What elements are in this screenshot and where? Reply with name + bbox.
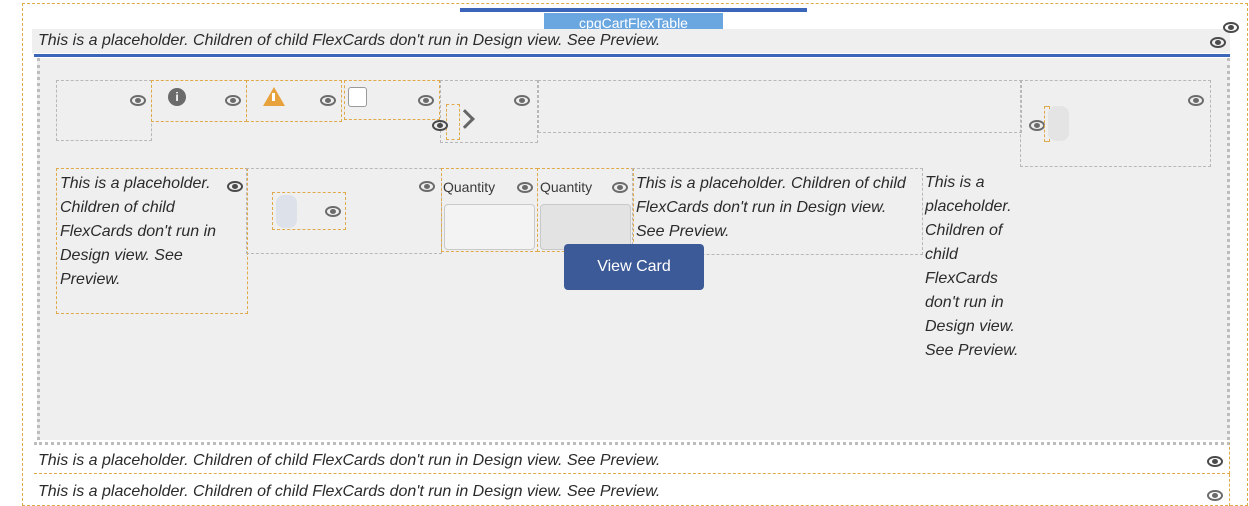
selected-element-bar <box>460 8 807 12</box>
info-icon: i <box>168 88 186 106</box>
eye-icon[interactable] <box>432 120 448 131</box>
eye-icon[interactable] <box>1029 120 1045 131</box>
header-cell-1 <box>56 80 152 141</box>
toggle-switch[interactable] <box>276 195 297 228</box>
placeholder-text: This is a placeholder. Children of child… <box>636 175 906 240</box>
eye-icon[interactable] <box>514 95 530 106</box>
placeholder-text: This is a placeholder. Children of child… <box>38 452 661 469</box>
eye-icon[interactable] <box>1207 490 1223 501</box>
checkbox-icon[interactable] <box>348 87 367 107</box>
selected-row-underline <box>34 54 1230 57</box>
placeholder-text: This is a placeholder. Children of child… <box>925 174 1019 359</box>
eye-icon[interactable] <box>320 95 336 106</box>
placeholder-row-bottom-1: This is a placeholder. Children of child… <box>34 442 1230 474</box>
eye-icon[interactable] <box>612 182 628 193</box>
warning-icon-mark <box>272 93 275 101</box>
header-cell-spacer <box>538 80 1022 133</box>
eye-icon[interactable] <box>1210 37 1226 48</box>
placeholder-cell-middle: This is a placeholder. Children of child… <box>632 168 923 255</box>
placeholder-text: This is a placeholder. Children of child… <box>60 175 217 288</box>
placeholder-row-top: This is a placeholder. Children of child… <box>32 29 1230 53</box>
quantity-input[interactable] <box>444 204 535 250</box>
eye-icon[interactable] <box>517 182 533 193</box>
placeholder-text: This is a placeholder. Children of child… <box>38 32 661 49</box>
quantity-label: Quantity <box>443 179 496 195</box>
eye-icon[interactable] <box>130 95 146 106</box>
placeholder-cell-right: This is a placeholder. Children of child… <box>923 168 1033 428</box>
eye-icon[interactable] <box>1223 22 1239 33</box>
eye-icon[interactable] <box>1188 95 1204 106</box>
eye-icon[interactable] <box>227 181 243 192</box>
eye-icon[interactable] <box>1207 456 1223 467</box>
placeholder-text: This is a placeholder. Children of child… <box>38 483 661 500</box>
quantity-label: Quantity <box>540 179 593 195</box>
eye-icon[interactable] <box>419 181 435 192</box>
eye-icon[interactable] <box>325 206 341 217</box>
toggle-switch[interactable] <box>1048 106 1069 141</box>
placeholder-cell-left: This is a placeholder. Children of child… <box>56 168 248 314</box>
placeholder-row-bottom-2: This is a placeholder. Children of child… <box>34 474 1230 506</box>
eye-icon[interactable] <box>418 95 434 106</box>
view-card-button[interactable]: View Card <box>564 244 704 290</box>
eye-icon[interactable] <box>225 95 241 106</box>
